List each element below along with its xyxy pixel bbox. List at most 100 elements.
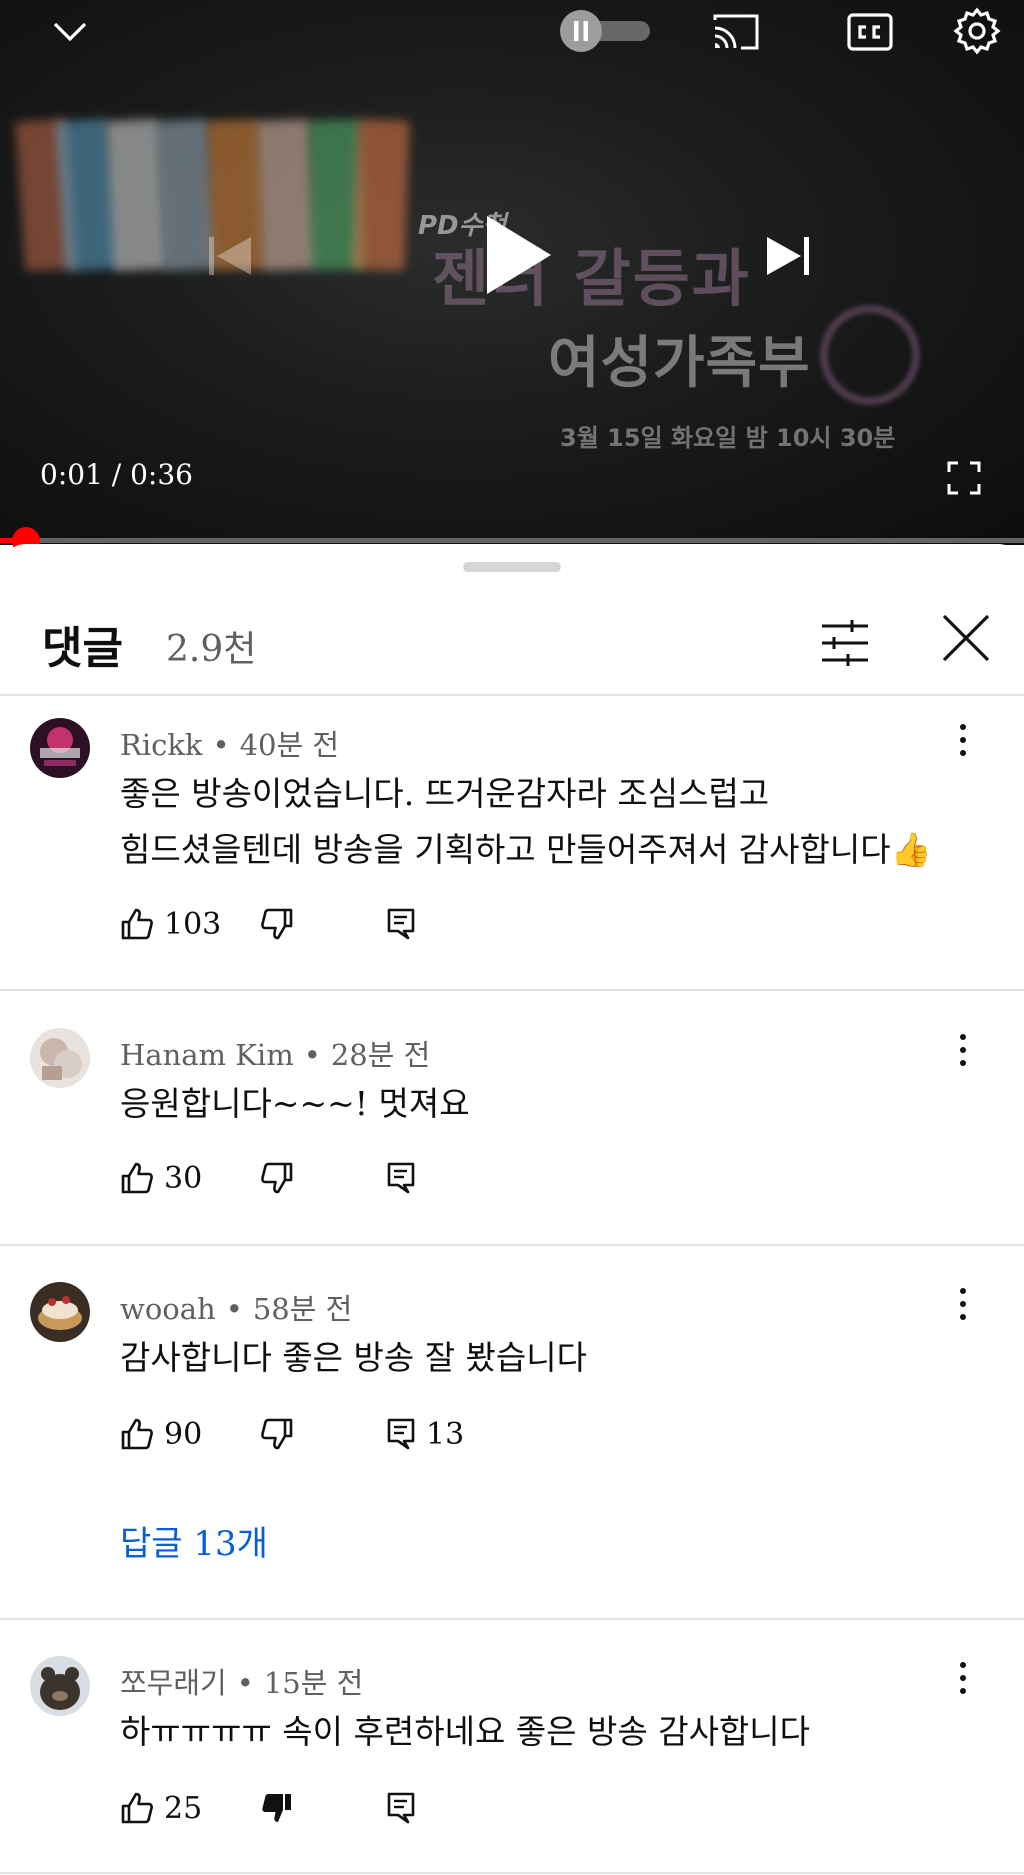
comment-menu-button[interactable] bbox=[948, 1028, 978, 1072]
comment-text: 감사합니다 좋은 방송 잘 봤습니다 bbox=[120, 1338, 587, 1377]
comment-time: 28분 전 bbox=[330, 1038, 431, 1072]
comment-divider bbox=[0, 989, 1024, 991]
video-player[interactable]: PD수첩 젠더 갈등과 여성가족부 3월 15일 화요일 밤 10시 30분 0… bbox=[0, 0, 1024, 545]
thumbs-down-icon bbox=[261, 1162, 293, 1194]
thumbs-up-icon bbox=[121, 908, 153, 940]
play-icon bbox=[487, 216, 551, 294]
pause-icon bbox=[574, 21, 588, 41]
reply-button[interactable] bbox=[386, 900, 506, 948]
comment-time: 15분 전 bbox=[263, 1666, 364, 1700]
reply-button[interactable] bbox=[386, 1784, 506, 1832]
comment-item: wooah • 58분 전 감사합니다 좋은 방송 잘 봤습니다 90 13 답글 … bbox=[0, 1260, 1024, 1610]
comment-author[interactable]: wooah bbox=[120, 1292, 216, 1326]
comment-actions: 103 bbox=[120, 900, 506, 948]
reply-icon bbox=[387, 1162, 415, 1194]
time-display: 0:01 / 0:36 bbox=[40, 458, 193, 491]
comment-menu-button[interactable] bbox=[948, 718, 978, 762]
comment-meta: Rickk • 40분 전 bbox=[120, 728, 340, 762]
comment-actions: 90 13 bbox=[120, 1410, 506, 1458]
drag-handle[interactable] bbox=[463, 562, 561, 572]
comment-text: 좋은 방송이었습니다. 뜨거운감자라 조심스럽고 힘드셨을텐데 방송을 기획하고… bbox=[120, 766, 990, 878]
like-count: 103 bbox=[164, 906, 222, 942]
comment-time: 58분 전 bbox=[252, 1292, 353, 1326]
comment-meta: 쪼무래기 • 15분 전 bbox=[120, 1666, 364, 1700]
next-icon bbox=[767, 237, 809, 275]
comments-count: 2.9천 bbox=[166, 629, 257, 670]
view-replies-link[interactable]: 답글 13개 bbox=[120, 1516, 268, 1565]
reply-icon bbox=[387, 1418, 415, 1450]
comment-divider bbox=[0, 1618, 1024, 1620]
comments-title: 댓글 bbox=[42, 623, 123, 674]
like-count: 30 bbox=[164, 1160, 203, 1196]
comment-meta: Hanam Kim • 28분 전 bbox=[120, 1038, 431, 1072]
comment-text: 응원합니다~~~! 멋져요 bbox=[120, 1084, 470, 1123]
comment-divider bbox=[0, 1244, 1024, 1246]
thumbs-up-icon bbox=[121, 1162, 153, 1194]
thumbs-up-emoji: 👍 bbox=[890, 830, 932, 869]
dislike-button[interactable] bbox=[260, 1784, 386, 1832]
next-button[interactable] bbox=[762, 228, 814, 284]
comments-header: 댓글 2.9천 bbox=[0, 594, 1024, 686]
reply-count: 13 bbox=[426, 1416, 465, 1452]
comment-actions: 25 bbox=[120, 1784, 506, 1832]
reply-icon bbox=[387, 908, 415, 940]
fullscreen-button[interactable] bbox=[946, 460, 982, 496]
thumbnail-title-line2: 여성가족부 bbox=[548, 331, 811, 396]
thumbs-down-filled-icon bbox=[262, 1794, 291, 1822]
fullscreen-icon bbox=[947, 461, 981, 495]
comment-menu-button[interactable] bbox=[948, 1282, 978, 1326]
previous-button[interactable] bbox=[204, 228, 256, 284]
comment-item: Hanam Kim • 28분 전 응원합니다~~~! 멋져요 30 bbox=[0, 1006, 1024, 1236]
comment-actions: 30 bbox=[120, 1154, 506, 1202]
dislike-button[interactable] bbox=[260, 1410, 386, 1458]
play-button[interactable] bbox=[478, 210, 558, 300]
dislike-button[interactable] bbox=[260, 900, 386, 948]
like-button[interactable]: 103 bbox=[120, 900, 260, 948]
like-count: 90 bbox=[164, 1416, 203, 1452]
comment-divider bbox=[0, 1872, 1024, 1874]
comment-author[interactable]: 쪼무래기 bbox=[120, 1666, 227, 1700]
avatar[interactable] bbox=[30, 718, 90, 778]
thumbs-down-icon bbox=[261, 1418, 293, 1450]
comment-author[interactable]: Rickk bbox=[120, 728, 203, 762]
close-icon bbox=[942, 614, 990, 662]
previous-icon bbox=[209, 237, 251, 275]
comment-time: 40분 전 bbox=[239, 728, 340, 762]
thumbnail-ring bbox=[820, 305, 920, 405]
avatar[interactable] bbox=[30, 1656, 90, 1716]
cast-icon bbox=[713, 14, 759, 50]
gear-icon bbox=[953, 7, 1001, 55]
autoplay-toggle[interactable] bbox=[560, 10, 652, 52]
cast-button[interactable] bbox=[706, 8, 766, 56]
like-button[interactable]: 30 bbox=[120, 1154, 260, 1202]
comment-text: 하ㅠㅠㅠㅠ 속이 후련하네요 좋은 방송 감사합니다 bbox=[120, 1712, 811, 1751]
like-button[interactable]: 25 bbox=[120, 1784, 260, 1832]
comment-author[interactable]: Hanam Kim bbox=[120, 1038, 294, 1072]
progress-track[interactable] bbox=[0, 538, 1024, 543]
like-count: 25 bbox=[164, 1790, 203, 1826]
thumbnail-schedule: 3월 15일 화요일 밤 10시 30분 bbox=[560, 424, 896, 452]
reply-icon bbox=[387, 1792, 415, 1824]
avatar[interactable] bbox=[30, 1028, 90, 1088]
comment-item: 쪼무래기 • 15분 전 하ㅠㅠㅠㅠ 속이 후련하네요 좋은 방송 감사합니다 25 bbox=[0, 1634, 1024, 1874]
dislike-button[interactable] bbox=[260, 1154, 386, 1202]
like-button[interactable]: 90 bbox=[120, 1410, 260, 1458]
avatar[interactable] bbox=[30, 1282, 90, 1342]
settings-button[interactable] bbox=[950, 4, 1004, 58]
chevron-down-icon bbox=[53, 22, 87, 42]
minimize-button[interactable] bbox=[42, 8, 98, 56]
cc-icon bbox=[847, 13, 893, 51]
comment-item: Rickk • 40분 전 좋은 방송이었습니다. 뜨거운감자라 조심스럽고 힘드셨… bbox=[0, 696, 1024, 988]
comments-panel: 댓글 2.9천 Rickk • 40분 전 좋은 방송이었습니다. 뜨거운감자라 조… bbox=[0, 544, 1024, 1875]
comment-meta: wooah • 58분 전 bbox=[120, 1292, 353, 1326]
close-button[interactable] bbox=[940, 612, 992, 664]
thumbs-down-icon bbox=[261, 908, 293, 940]
thumbs-up-icon bbox=[121, 1418, 153, 1450]
thumbs-up-icon bbox=[121, 1792, 153, 1824]
comment-menu-button[interactable] bbox=[948, 1656, 978, 1700]
reply-button[interactable]: 13 bbox=[386, 1410, 506, 1458]
sort-filter-button[interactable] bbox=[820, 618, 870, 668]
sliders-icon bbox=[822, 620, 868, 666]
reply-button[interactable] bbox=[386, 1154, 506, 1202]
captions-button[interactable] bbox=[842, 8, 898, 56]
